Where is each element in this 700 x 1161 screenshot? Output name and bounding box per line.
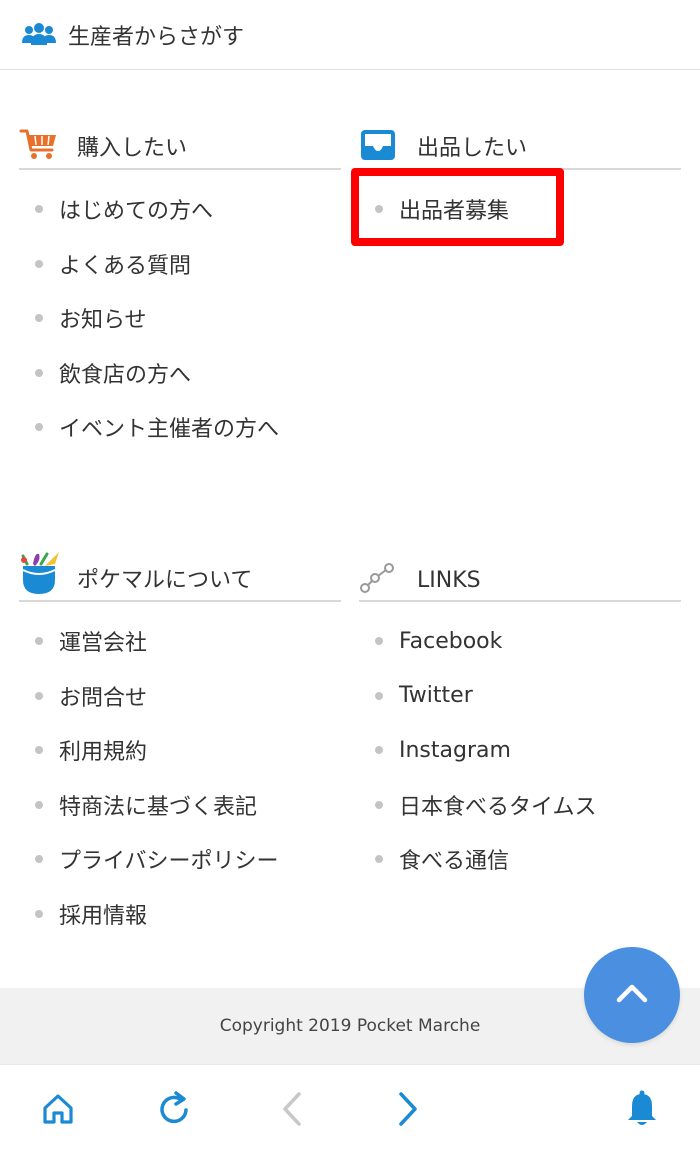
menu-item-terms[interactable]: 利用規約 [19, 723, 341, 778]
bullet-dot [35, 746, 43, 755]
connected-nodes-icon [359, 552, 403, 594]
menu-item-label: 運営会社 [59, 631, 148, 657]
section-about-header: ポケマルについて [19, 552, 341, 602]
bullet-dot [35, 205, 43, 214]
home-button[interactable] [36, 1089, 80, 1133]
section-buy: 購入したい はじめての方へ よくある質問 お知らせ 飲食店の方へ イベント主催者… [19, 128, 341, 455]
menu-item-news[interactable]: お知らせ [19, 291, 341, 346]
search-by-producer-label: 生産者からさがす [68, 24, 245, 50]
menu-item-label: Instagram [399, 737, 511, 763]
search-by-producer-link[interactable]: 生産者からさがす [0, 0, 700, 70]
link-taberu-times[interactable]: 日本食べるタイムス [359, 778, 681, 833]
bullet-dot [35, 368, 43, 377]
bullet-dot [35, 637, 43, 646]
link-instagram[interactable]: Instagram [359, 723, 681, 778]
menu-item-company[interactable]: 運営会社 [19, 614, 341, 669]
home-icon [40, 1091, 76, 1131]
bullet-dot [375, 691, 383, 700]
menu-item-label: お知らせ [59, 308, 147, 334]
menu-item-privacy-policy[interactable]: プライバシーポリシー [19, 832, 341, 887]
inbox-tray-icon [359, 120, 403, 162]
menu-item-label: Facebook [399, 628, 503, 654]
scroll-to-top-button[interactable] [584, 947, 680, 1043]
shopping-cart-icon [19, 120, 63, 162]
red-highlight-box [351, 168, 564, 246]
menu-item-label: 特商法に基づく表記 [59, 794, 258, 820]
section-links: LINKS Facebook Twitter Instagram 日本食べるタイ… [359, 560, 681, 887]
bottom-navigation-bar [0, 1064, 700, 1161]
menu-item-label: プライバシーポリシー [59, 849, 279, 875]
refresh-button[interactable] [153, 1089, 197, 1133]
bell-icon [624, 1089, 660, 1133]
menu-item-contact[interactable]: お問合せ [19, 669, 341, 724]
section-about-title: ポケマルについて [77, 568, 253, 593]
refresh-icon [156, 1090, 194, 1132]
link-taberu-tsushin[interactable]: 食べる通信 [359, 832, 681, 887]
menu-item-event-organizers[interactable]: イベント主催者の方へ [19, 400, 341, 455]
section-sell-title: 出品したい [417, 136, 528, 161]
menu-item-commercial-law[interactable]: 特商法に基づく表記 [19, 778, 341, 833]
bullet-dot [35, 314, 43, 323]
bullet-dot [35, 855, 43, 864]
link-twitter[interactable]: Twitter [359, 669, 681, 724]
section-sell-header: 出品したい [359, 128, 681, 170]
menu-item-label: 飲食店の方へ [59, 362, 192, 388]
section-links-header: LINKS [359, 560, 681, 602]
menu-item-faq[interactable]: よくある質問 [19, 237, 341, 292]
bullet-dot [375, 800, 383, 809]
forward-button[interactable] [386, 1089, 430, 1133]
bullet-dot [35, 691, 43, 700]
notifications-button[interactable] [620, 1089, 664, 1133]
menu-item-label: よくある質問 [59, 253, 192, 279]
menu-item-restaurants[interactable]: 飲食店の方へ [19, 346, 341, 401]
menu-item-first-time[interactable]: はじめての方へ [19, 182, 341, 237]
chevron-up-icon [615, 982, 649, 1008]
menu-item-label: 食べる通信 [399, 849, 510, 875]
bullet-dot [375, 746, 383, 755]
menu-item-label: Twitter [399, 683, 473, 709]
bullet-dot [375, 855, 383, 864]
menu-item-label: お問合せ [59, 685, 148, 711]
menu-item-label: イベント主催者の方へ [59, 417, 280, 443]
forward-arrow-icon [393, 1090, 423, 1132]
section-buy-title: 購入したい [77, 136, 188, 161]
bullet-dot [35, 800, 43, 809]
copyright-text: Copyright 2019 Pocket Marche [219, 1016, 481, 1036]
menu-item-label: 日本食べるタイムス [399, 794, 597, 820]
section-about: ポケマルについて 運営会社 お問合せ 利用規約 特商法に基づく表記 プライバシー… [19, 552, 341, 942]
menu-item-label: 利用規約 [59, 740, 148, 766]
bullet-dot [375, 637, 383, 646]
section-links-title: LINKS [417, 568, 481, 593]
menu-item-careers[interactable]: 採用情報 [19, 887, 341, 942]
bullet-dot [35, 259, 43, 268]
section-buy-header: 購入したい [19, 128, 341, 170]
bullet-dot [35, 909, 43, 918]
back-button[interactable] [270, 1089, 314, 1133]
menu-item-label: はじめての方へ [59, 199, 214, 225]
link-facebook[interactable]: Facebook [359, 614, 681, 669]
menu-item-label: 採用情報 [59, 903, 148, 929]
bullet-dot [35, 423, 43, 432]
people-group-icon [20, 22, 58, 48]
back-arrow-icon [277, 1090, 307, 1132]
pocket-vegetables-logo-icon [19, 552, 63, 594]
